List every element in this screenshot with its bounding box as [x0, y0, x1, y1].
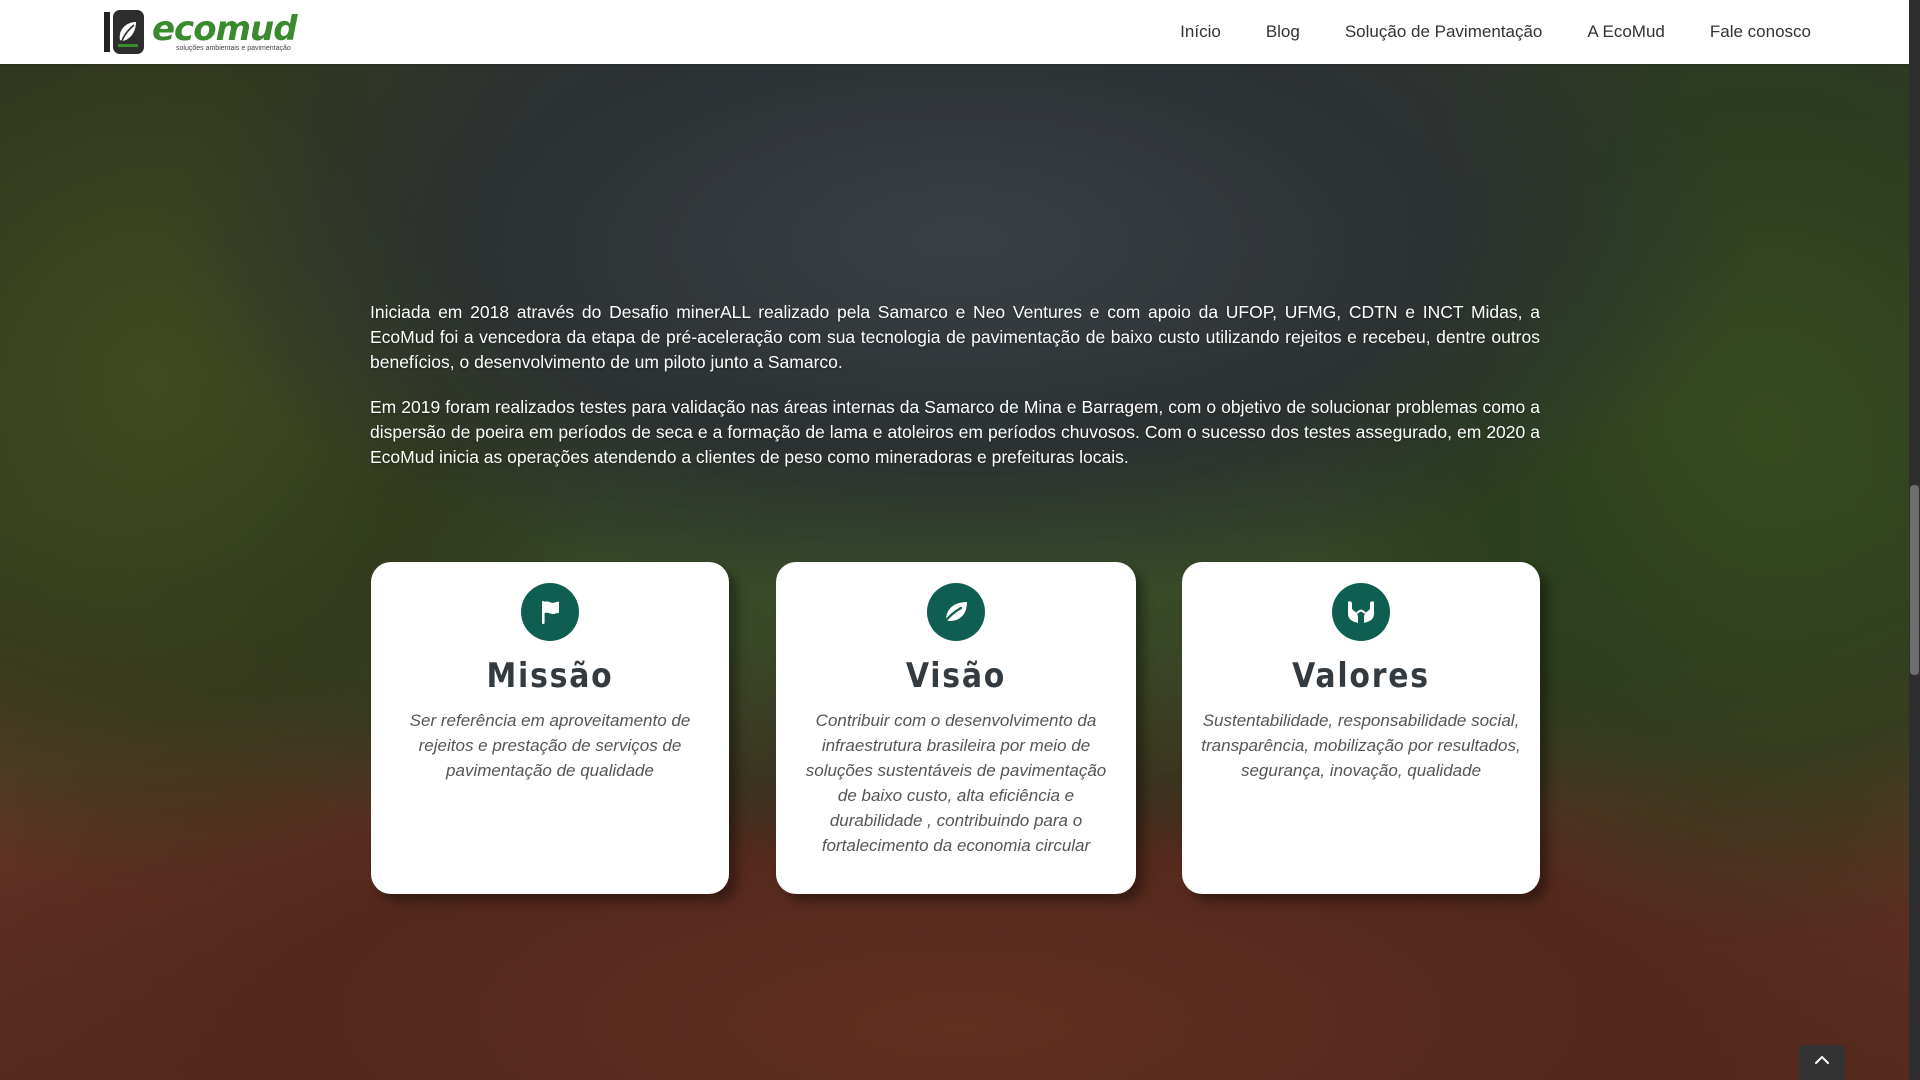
- card-title: Missão: [486, 656, 614, 696]
- card-missao: Missão Ser referência em aproveitamento …: [371, 562, 729, 894]
- ecomud-logo[interactable]: ecomud soluções ambientais e pavimentaçã…: [104, 9, 298, 55]
- nav-item-a-ecomud[interactable]: A EcoMud: [1587, 22, 1665, 42]
- page-scrollbar[interactable]: [1909, 0, 1920, 1080]
- card-text: Ser referência em aproveitamento de reje…: [409, 711, 691, 780]
- card-visao: Visão Contribuir com o desenvolvimento d…: [776, 562, 1136, 894]
- card-valores: Valores Sustentabilidade, responsabilida…: [1182, 562, 1540, 894]
- main-nav: Início Blog Solução de Pavimentação A Ec…: [1135, 0, 1811, 64]
- nav-item-fale-conosco[interactable]: Fale conosco: [1710, 22, 1811, 42]
- nav-item-solucao-pavimentacao[interactable]: Solução de Pavimentação: [1345, 22, 1543, 42]
- page: ecomud soluções ambientais e pavimentaçã…: [0, 0, 1920, 1080]
- card-title: Visão: [905, 656, 1007, 696]
- logo-tagline: soluções ambientais e pavimentação: [176, 45, 291, 52]
- nav-item-blog[interactable]: Blog: [1266, 22, 1300, 42]
- logo-wordmark: ecomud: [152, 9, 298, 49]
- logo-mark-icon: [104, 10, 146, 54]
- intro-paragraph: Em 2019 foram realizados testes para val…: [370, 397, 1540, 467]
- chevron-up-icon: [1815, 1056, 1829, 1064]
- back-to-top-button[interactable]: [1799, 1045, 1845, 1080]
- values-cards: Missão Ser referência em aproveitamento …: [371, 562, 1541, 894]
- nav-item-inicio[interactable]: Início: [1180, 22, 1221, 42]
- leaf-icon: [927, 583, 985, 641]
- card-text: Sustentabilidade, responsabilidade socia…: [1201, 711, 1521, 780]
- card-title: Valores: [1292, 656, 1430, 696]
- intro-paragraph: Iniciada em 2018 através do Desafio mine…: [370, 302, 1540, 372]
- card-text: Contribuir com o desenvolvimento da infr…: [805, 711, 1107, 855]
- site-header: ecomud soluções ambientais e pavimentaçã…: [0, 0, 1909, 64]
- scrollbar-thumb[interactable]: [1910, 485, 1919, 675]
- about-intro: Iniciada em 2018 através do Desafio mine…: [370, 300, 1540, 490]
- flag-icon: [521, 583, 579, 641]
- hands-icon: [1332, 583, 1390, 641]
